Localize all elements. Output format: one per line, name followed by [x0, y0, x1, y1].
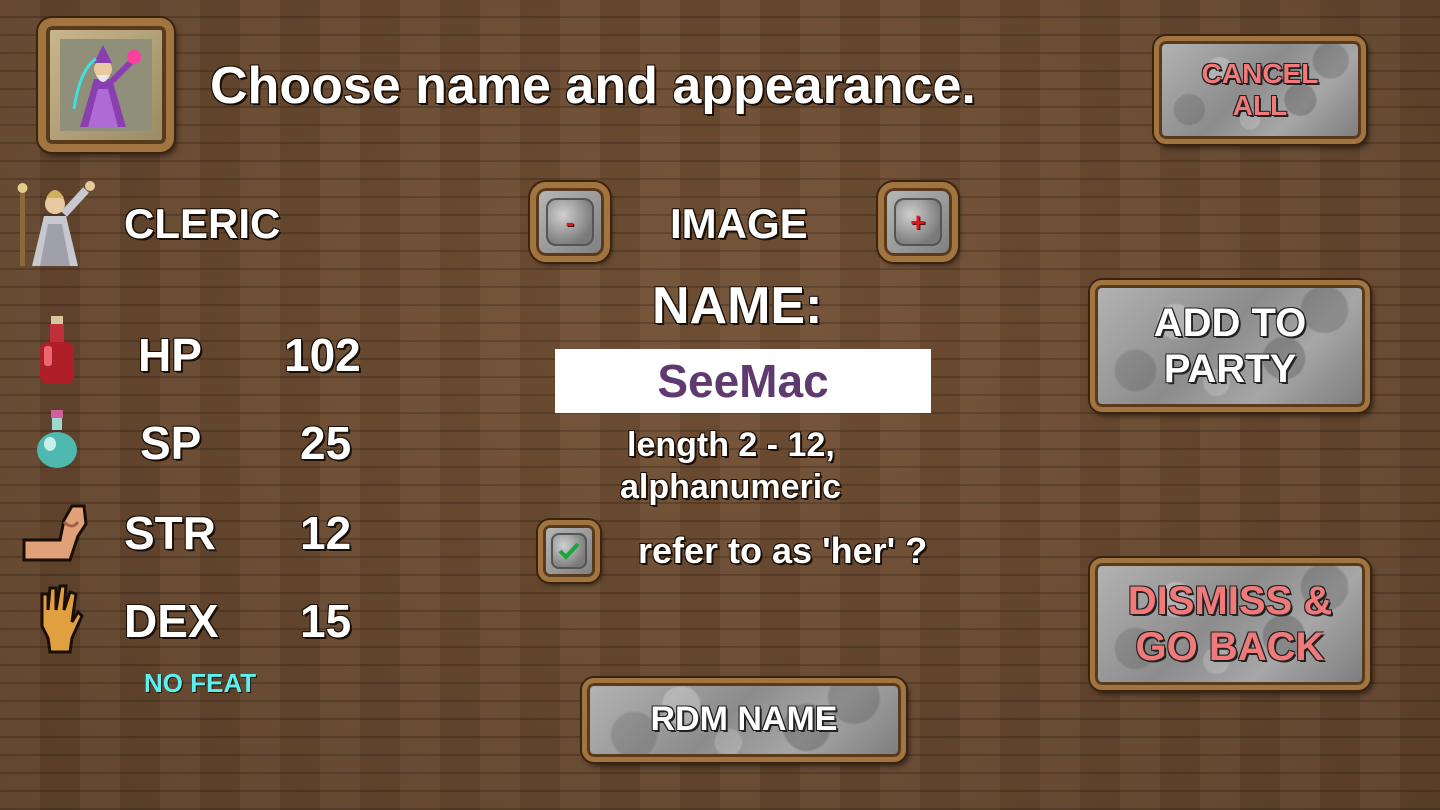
red-potion-icon: [40, 316, 74, 384]
stat-label-str: STR: [124, 507, 216, 559]
name-input[interactable]: SeeMac: [555, 349, 931, 413]
name-hint-line2: alphanumeric: [620, 468, 842, 506]
cancel-all-label: CANCEL ALL: [1201, 57, 1319, 121]
stat-label-dex: DEX: [124, 595, 219, 647]
random-name-label: RDM NAME: [650, 700, 838, 739]
stat-value-hp: 102: [284, 329, 361, 381]
checkmark-icon: [551, 533, 587, 569]
plus-icon: +: [894, 198, 942, 246]
feat-status: NO FEAT: [144, 668, 257, 698]
image-selector-label: IMAGE: [670, 200, 808, 247]
cleric-class-icon: [17, 181, 95, 266]
minus-icon: -: [546, 198, 594, 246]
arm-strength-icon: [22, 504, 88, 562]
stat-value-sp: 25: [300, 417, 352, 469]
name-label: NAME:: [652, 277, 823, 335]
dismiss-go-back-button[interactable]: DISMISS & GO BACK: [1090, 558, 1370, 690]
image-previous-button[interactable]: -: [530, 182, 610, 262]
blue-potion-icon: [37, 410, 77, 468]
pronoun-label: refer to as 'her' ?: [638, 530, 928, 571]
class-name: CLERIC: [124, 200, 281, 247]
pronoun-checkbox[interactable]: [538, 520, 600, 582]
random-name-button[interactable]: RDM NAME: [582, 678, 906, 762]
add-to-party-button[interactable]: ADD TO PARTY: [1090, 280, 1370, 412]
cancel-all-button[interactable]: CANCEL ALL: [1154, 36, 1366, 144]
stat-label-hp: HP: [138, 329, 202, 381]
hand-dexterity-icon: [40, 584, 84, 654]
add-to-party-label: ADD TO PARTY: [1153, 301, 1307, 391]
name-input-value: SeeMac: [657, 355, 829, 407]
wizard-portrait-icon: [60, 39, 152, 131]
page-title: Choose name and appearance.: [210, 57, 976, 115]
stat-value-dex: 15: [300, 595, 352, 647]
name-hint-line1: length 2 - 12,: [627, 426, 835, 464]
stat-value-str: 12: [300, 507, 352, 559]
image-next-button[interactable]: +: [878, 182, 958, 262]
dismiss-go-back-label: DISMISS & GO BACK: [1127, 579, 1333, 669]
character-portrait-frame: [38, 18, 174, 152]
stat-label-sp: SP: [140, 417, 202, 469]
